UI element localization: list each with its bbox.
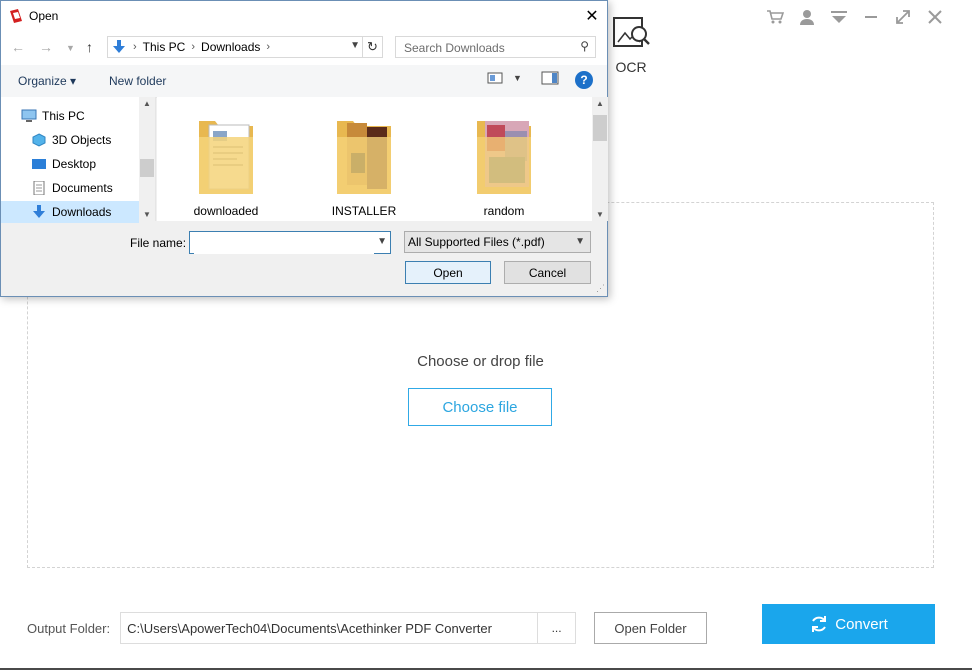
nav-item-label: Downloads xyxy=(52,205,112,219)
nav-item-label: Desktop xyxy=(52,157,97,171)
folder-item-installer[interactable]: INSTALLER xyxy=(316,113,412,218)
dialog-nav-bar: ← → ▼ ↑ › This PC › Downloads › ▼ ↻ ⚲ xyxy=(1,31,607,65)
drop-instructions: Choose or drop file xyxy=(417,353,544,370)
ocr-tool-button[interactable]: OCR xyxy=(608,16,654,75)
new-folder-button[interactable]: New folder xyxy=(109,74,166,88)
view-options-button[interactable]: ▼ xyxy=(487,71,522,85)
view-icon xyxy=(487,72,503,84)
file-pane-scrollbar[interactable]: ▲ ▼ xyxy=(592,97,608,221)
app-logo-icon xyxy=(10,9,22,23)
output-folder-row: Output Folder: C:\Users\ApowerTech04\Doc… xyxy=(27,612,577,644)
folder-item-random[interactable]: random xyxy=(456,113,552,218)
nav-item-documents[interactable]: Documents xyxy=(1,177,139,199)
dialog-title-bar: Open ✕ xyxy=(1,1,607,31)
file-name-label: File name: xyxy=(130,236,187,250)
download-arrow-icon xyxy=(33,205,45,218)
address-bar[interactable]: › This PC › Downloads › ▼ xyxy=(107,36,363,58)
scrollbar-thumb[interactable] xyxy=(140,159,154,177)
refresh-button[interactable]: ↻ xyxy=(363,36,383,58)
choose-file-button[interactable]: Choose file xyxy=(408,388,552,426)
organize-button[interactable]: Organize ▾ xyxy=(18,74,76,88)
dialog-title: Open xyxy=(29,9,59,23)
computer-icon xyxy=(21,109,37,122)
cancel-button[interactable]: Cancel xyxy=(504,261,591,284)
nav-item-desktop[interactable]: Desktop xyxy=(1,153,139,175)
convert-button[interactable]: Convert xyxy=(762,604,935,644)
refresh-icon xyxy=(812,616,827,632)
restore-icon[interactable] xyxy=(894,8,912,26)
window-controls xyxy=(766,8,944,26)
output-path-field[interactable]: C:\Users\ApowerTech04\Documents\Acethink… xyxy=(120,612,539,644)
folder-item-downloaded[interactable]: downloaded xyxy=(178,113,274,218)
breadcrumb-this-pc[interactable]: This PC xyxy=(143,40,186,54)
command-bar: Organize ▾ New folder ▼ ? xyxy=(1,65,607,98)
chevron-right-icon: › xyxy=(133,41,137,53)
preview-pane-button[interactable] xyxy=(541,71,559,85)
search-icon[interactable]: ⚲ xyxy=(580,39,589,53)
scroll-up-icon[interactable]: ▲ xyxy=(596,99,604,108)
back-arrow-icon[interactable]: ← xyxy=(11,39,25,55)
chevron-down-icon: ▼ xyxy=(513,73,522,83)
scrollbar-thumb[interactable] xyxy=(593,115,607,141)
user-icon[interactable] xyxy=(798,8,816,26)
search-box: ⚲ xyxy=(395,36,596,58)
nav-item-label: This PC xyxy=(42,109,85,123)
minimize-icon[interactable] xyxy=(862,8,880,26)
dialog-close-icon[interactable]: ✕ xyxy=(577,1,607,31)
open-file-dialog: Open ✕ ← → ▼ ↑ › This PC › Downloads › ▼… xyxy=(0,0,608,297)
search-input[interactable] xyxy=(402,38,576,58)
folder-icon xyxy=(337,121,391,194)
convert-label: Convert xyxy=(835,615,888,633)
file-type-value: All Supported Files (*.pdf) xyxy=(408,235,545,249)
folder-label: downloaded xyxy=(193,204,259,218)
chevron-right-icon[interactable]: › xyxy=(266,41,270,53)
recent-locations-icon[interactable]: ▼ xyxy=(66,43,75,53)
nav-item-label: 3D Objects xyxy=(52,133,112,147)
file-list-pane: downloaded INSTALLER random xyxy=(157,97,593,221)
resize-grip-icon[interactable]: ⋰ xyxy=(596,283,605,294)
folder-icon xyxy=(477,121,531,194)
up-arrow-icon[interactable]: ↑ xyxy=(86,39,93,55)
help-icon[interactable]: ? xyxy=(575,71,593,89)
menu-dropdown-icon[interactable] xyxy=(830,8,848,26)
file-name-input[interactable] xyxy=(194,233,374,254)
nav-item-downloads[interactable]: Downloads xyxy=(1,201,139,223)
scroll-up-icon[interactable]: ▲ xyxy=(143,99,151,108)
scroll-down-icon[interactable]: ▼ xyxy=(143,210,151,219)
browse-button[interactable]: ... xyxy=(538,612,577,644)
desktop-icon xyxy=(32,159,46,169)
chevron-down-icon[interactable]: ▼ xyxy=(350,40,360,51)
cart-icon[interactable] xyxy=(766,8,784,26)
ocr-icon xyxy=(613,17,650,47)
folder-label: INSTALLER xyxy=(331,204,397,218)
close-icon[interactable] xyxy=(926,8,944,26)
chevron-down-icon[interactable]: ▼ xyxy=(377,236,387,247)
chevron-right-icon: › xyxy=(191,41,196,53)
nav-item-label: Documents xyxy=(52,181,113,195)
file-type-select[interactable]: All Supported Files (*.pdf) ▼ xyxy=(404,231,591,253)
open-button[interactable]: Open xyxy=(405,261,491,284)
download-arrow-icon xyxy=(113,40,125,53)
chevron-down-icon: ▼ xyxy=(575,236,585,247)
open-folder-button[interactable]: Open Folder xyxy=(594,612,707,644)
output-folder-label: Output Folder: xyxy=(27,620,111,636)
folder-icon xyxy=(199,121,253,194)
file-name-combobox: ▼ xyxy=(189,231,391,254)
scroll-down-icon[interactable]: ▼ xyxy=(596,210,604,219)
folder-label: random xyxy=(483,204,525,218)
nav-item-3d-objects[interactable]: 3D Objects xyxy=(1,129,139,151)
nav-pane-scrollbar[interactable]: ▲ ▼ xyxy=(139,97,155,221)
documents-icon xyxy=(33,181,45,195)
forward-arrow-icon[interactable]: → xyxy=(39,39,53,55)
ocr-label: OCR xyxy=(615,59,647,75)
breadcrumb-downloads[interactable]: Downloads xyxy=(201,40,260,54)
preview-pane-icon xyxy=(541,71,559,85)
nav-item-this-pc[interactable]: This PC xyxy=(1,105,139,127)
cube-icon xyxy=(32,133,46,147)
navigation-pane: This PC 3D Objects Desktop Documents Dow… xyxy=(1,97,156,223)
